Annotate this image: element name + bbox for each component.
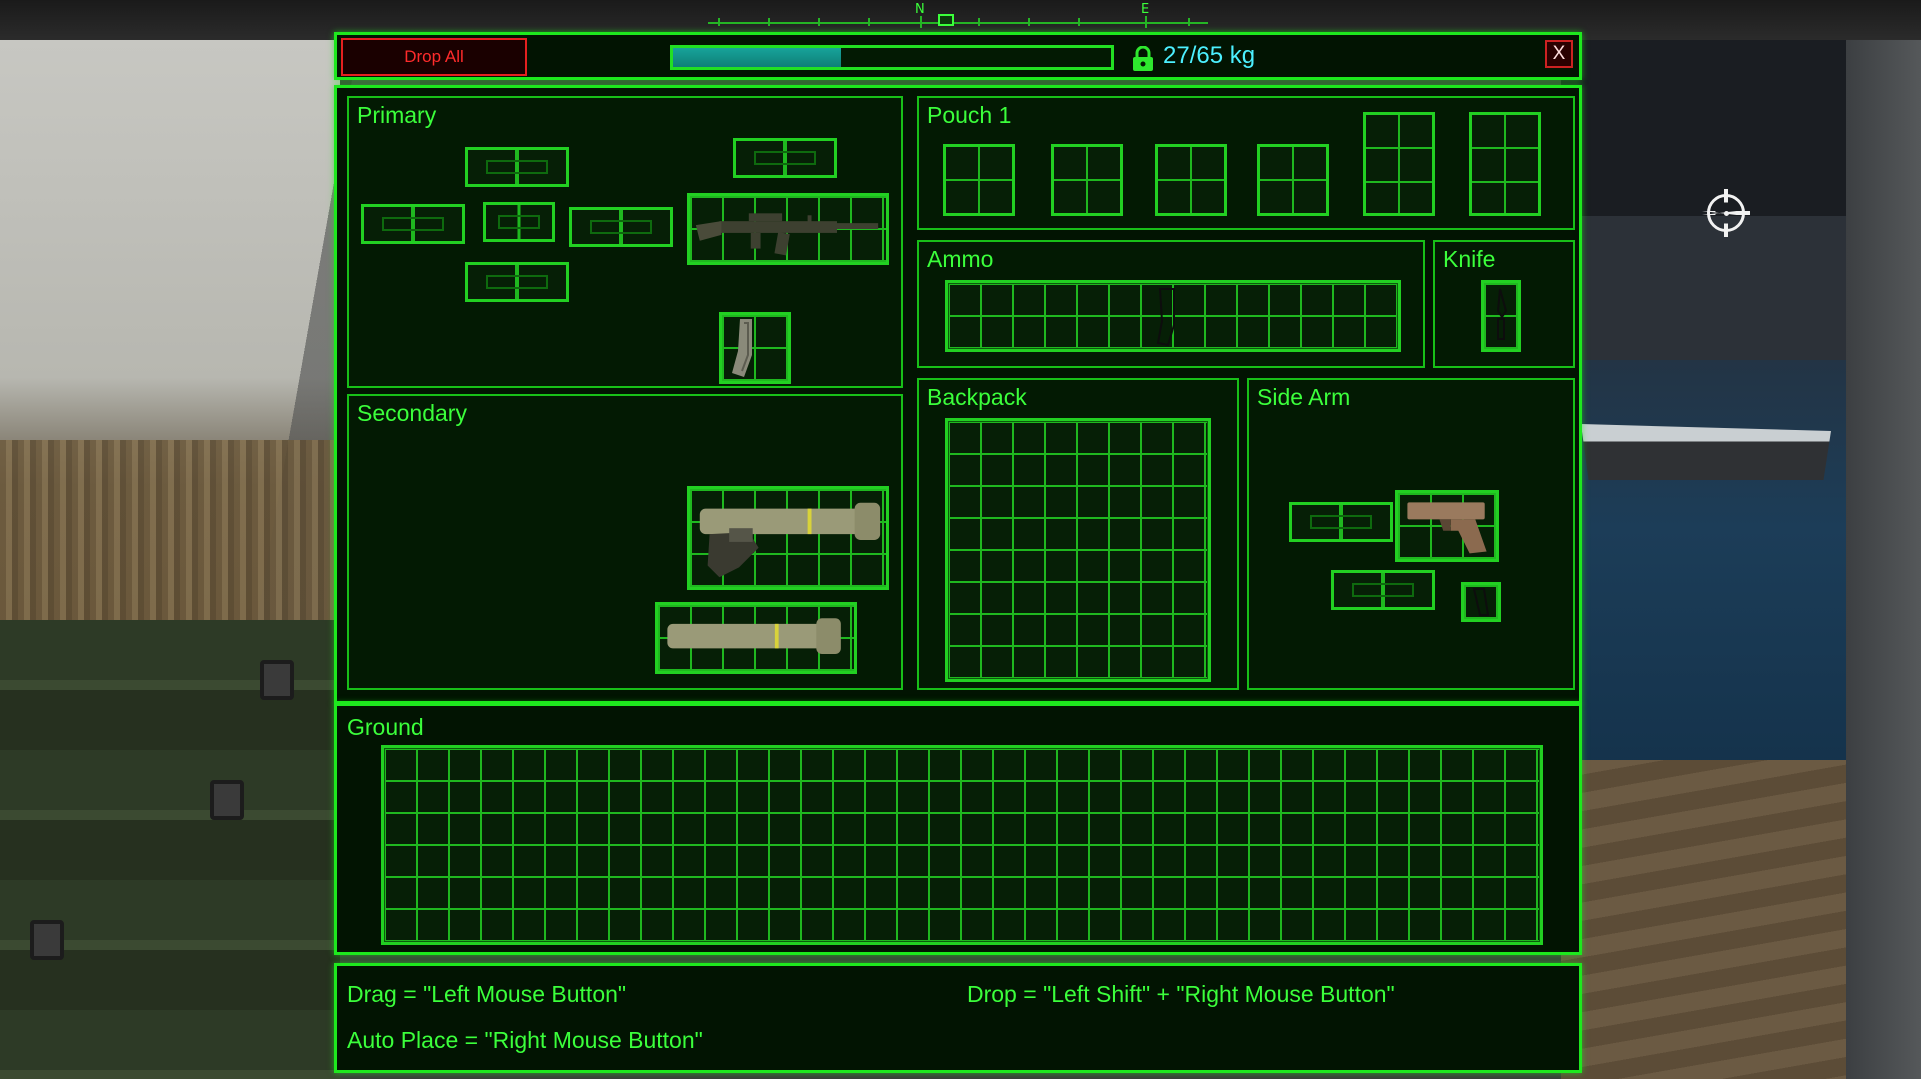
pouch-slot[interactable]	[1257, 144, 1329, 216]
crate-latch	[210, 780, 244, 820]
compass-tick	[1028, 18, 1030, 26]
compass-tick	[868, 18, 870, 26]
secondary-weapon-slot[interactable]	[687, 486, 889, 590]
compass-tick	[1145, 16, 1147, 28]
launcher-icon	[699, 502, 881, 578]
compass-east: E	[1141, 2, 1150, 17]
wooden-shelf	[0, 440, 340, 650]
primary-attachment-slot[interactable]	[361, 204, 465, 244]
ammo-title: Ammo	[927, 246, 994, 272]
ground-panel: Ground	[334, 703, 1582, 955]
knife-title: Knife	[1443, 246, 1496, 272]
crate-latch	[260, 660, 294, 700]
primary-attachment-slot[interactable]	[465, 147, 569, 187]
drag-hint: Drag = "Left Mouse Button"	[347, 981, 627, 1007]
secondary-title: Secondary	[357, 400, 467, 426]
side-arm-section: Side Arm	[1247, 378, 1575, 690]
ground-grid[interactable]	[381, 745, 1543, 945]
secondary-spare-slot[interactable]	[655, 602, 857, 674]
primary-attachment-slot[interactable]	[483, 202, 555, 242]
compass-tick	[1078, 18, 1080, 26]
sea-view	[1561, 360, 1861, 780]
controls-help-panel: Drag = "Left Mouse Button" Drop = "Left …	[334, 963, 1582, 1073]
rifle-icon	[695, 213, 879, 256]
pouch-1-section: Pouch 1	[917, 96, 1575, 230]
right-post	[1846, 0, 1921, 1079]
weight-text: 27/65 kg	[1163, 42, 1256, 69]
side-arm-attachment-slot[interactable]	[1331, 570, 1435, 610]
pouch-slot[interactable]	[1051, 144, 1123, 216]
pouch-slot-large[interactable]	[1469, 112, 1541, 216]
launcher-icon	[667, 618, 841, 655]
primary-title: Primary	[357, 102, 437, 128]
primary-weapon-slot[interactable]	[687, 193, 889, 265]
compass-player-marker	[938, 14, 954, 26]
side-arm-weapon-slot[interactable]	[1395, 490, 1499, 562]
knife-slot[interactable]	[1481, 280, 1521, 352]
side-arm-attachment-slot[interactable]	[1289, 502, 1393, 542]
lock-icon	[1133, 46, 1153, 71]
compass-scale	[708, 22, 1208, 24]
primary-attachment-slot[interactable]	[733, 138, 837, 178]
compass-tick	[1188, 18, 1190, 26]
primary-section: Primary	[347, 96, 903, 388]
crate-latch	[30, 920, 64, 960]
compass-tick	[818, 18, 820, 26]
ground-title: Ground	[347, 714, 424, 740]
compass: N E	[708, 0, 1208, 32]
ammo-section: Ammo	[917, 240, 1425, 368]
compass-north: N	[915, 2, 925, 17]
side-arm-title: Side Arm	[1257, 384, 1351, 410]
weight-progress-fill	[673, 48, 841, 67]
pouch-1-title: Pouch 1	[927, 102, 1012, 128]
secondary-section: Secondary	[347, 394, 903, 690]
close-button[interactable]: X	[1545, 40, 1573, 68]
pouch-slot-large[interactable]	[1363, 112, 1435, 216]
ammo-grid[interactable]	[945, 280, 1401, 352]
backpack-grid[interactable]	[945, 418, 1211, 682]
compass-tick	[718, 18, 720, 26]
primary-magazine-slot[interactable]	[719, 312, 791, 384]
knife-icon	[1496, 288, 1508, 340]
primary-attachment-slot[interactable]	[465, 262, 569, 302]
pouch-slot[interactable]	[943, 144, 1015, 216]
compass-tick	[978, 18, 980, 26]
knife-section: Knife	[1433, 240, 1575, 368]
backpack-title: Backpack	[927, 384, 1027, 410]
backpack-section: Backpack	[917, 378, 1239, 690]
drop-all-button[interactable]: Drop All	[341, 38, 527, 76]
crosshair-icon	[1707, 194, 1745, 232]
weight-progress-bar	[670, 45, 1114, 70]
auto-place-hint: Auto Place = "Right Mouse Button"	[347, 1027, 703, 1053]
inventory-panel: Primary Secondary Pouch 1 Ammo Knife Bac…	[334, 85, 1582, 704]
drop-hint: Drop = "Left Shift" + "Right Mouse Butto…	[967, 981, 1395, 1007]
magazine-icon	[732, 319, 752, 377]
inventory-top-bar: Drop All 27/65 kg X	[334, 32, 1582, 80]
side-arm-magazine-slot[interactable]	[1461, 582, 1501, 622]
pistol-icon	[1407, 502, 1487, 554]
compass-tick	[768, 18, 770, 26]
wooden-floor	[1561, 760, 1861, 1079]
magazine-icon	[1472, 588, 1490, 616]
magazine-icon	[1156, 288, 1175, 347]
primary-attachment-slot[interactable]	[569, 207, 673, 247]
pouch-slot[interactable]	[1155, 144, 1227, 216]
compass-tick	[920, 16, 922, 28]
ammo-crates	[0, 620, 340, 1079]
